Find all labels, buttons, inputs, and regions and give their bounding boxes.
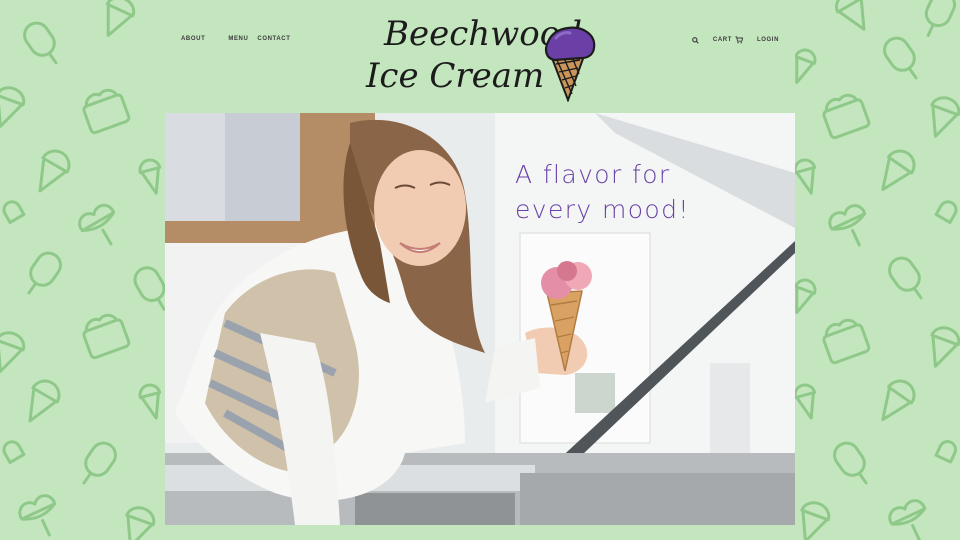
decorative-pattern-left [0, 0, 165, 540]
decorative-pattern-right [795, 0, 960, 540]
nav-link-contact[interactable]: CONTACT [257, 36, 290, 42]
nav-link-login[interactable]: LOGIN [757, 37, 779, 43]
main-nav: ABOUT MENU CONTACT [181, 36, 291, 42]
hero-banner: A flavor for every mood! [165, 113, 795, 525]
cart-link[interactable]: CART [713, 36, 743, 44]
logo-text-line2: Ice Cream [366, 56, 545, 96]
cart-label: CART [712, 37, 732, 43]
utility-nav: CART LOGIN [692, 36, 779, 44]
hero-headline: A flavor for every mood! [515, 160, 690, 224]
cart-icon [735, 36, 743, 44]
ice-cream-pattern-icon [795, 0, 960, 540]
search-icon [692, 36, 699, 44]
ice-cream-pattern-icon [0, 0, 165, 540]
nav-link-about[interactable]: ABOUT [181, 36, 205, 42]
ice-cream-cone-icon [544, 26, 596, 102]
brand-logo[interactable]: Beechwood Ice Cream [362, 8, 602, 103]
search-button[interactable] [692, 36, 699, 44]
nav-link-menu[interactable]: MENU [228, 36, 248, 42]
